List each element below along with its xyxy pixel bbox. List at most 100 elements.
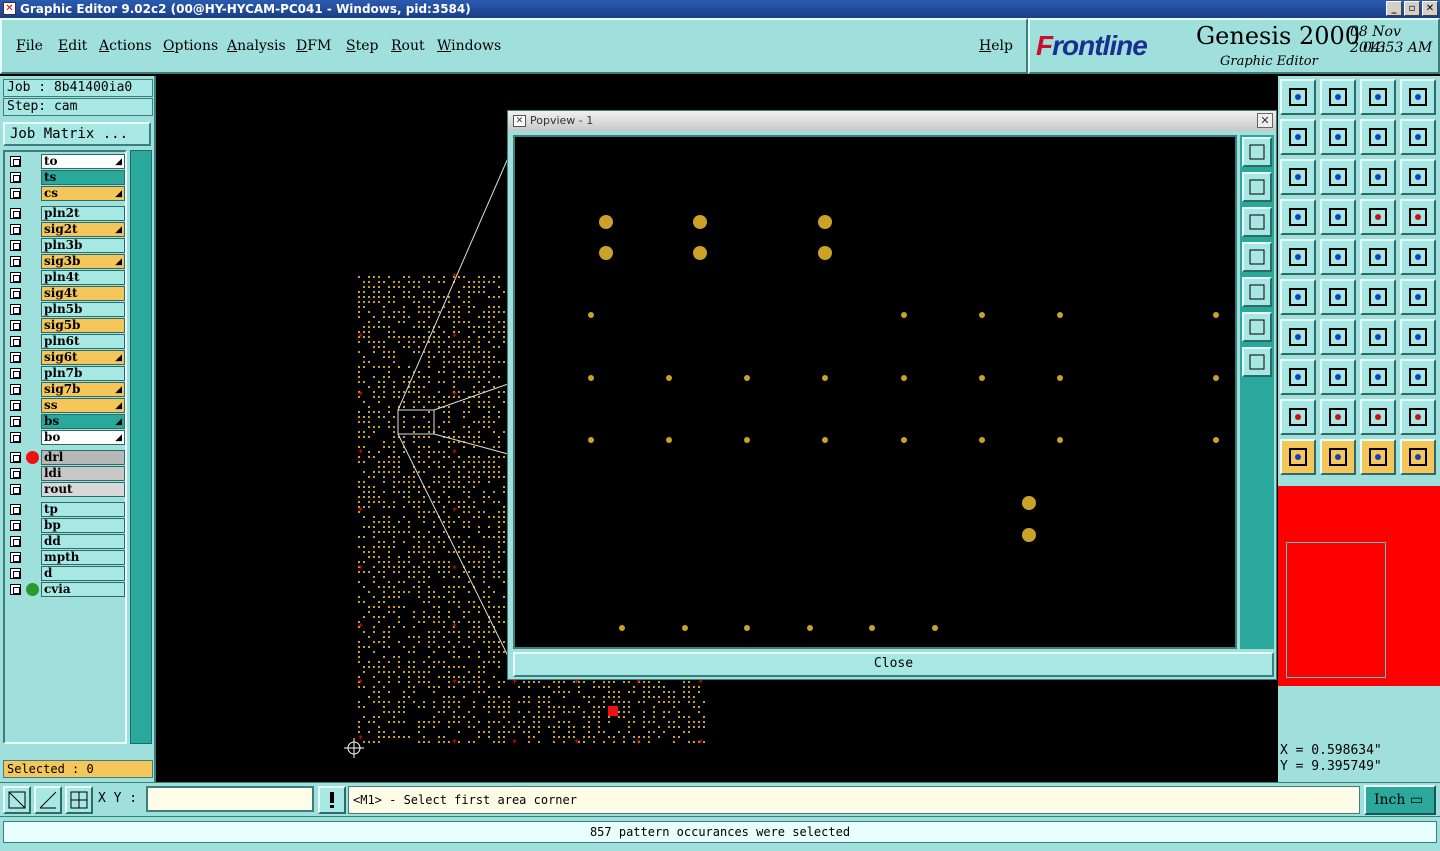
angle-button[interactable]	[1280, 319, 1316, 355]
layer-row-rout[interactable]: rout	[7, 482, 125, 497]
zoom-fit-button[interactable]	[1280, 159, 1316, 195]
ratio-button[interactable]	[1360, 159, 1396, 195]
layer-checkbox[interactable]	[10, 172, 21, 183]
menu-help[interactable]: Help	[979, 38, 1013, 54]
layer-name[interactable]: pln2t	[41, 206, 125, 221]
menu-options[interactable]: Options	[163, 38, 218, 54]
layer-row-sig5b[interactable]: sig5b	[7, 318, 125, 333]
ruler-button[interactable]	[1360, 239, 1396, 275]
layer-row-pln3b[interactable]: pln3b	[7, 238, 125, 253]
layer-checkbox[interactable]	[10, 504, 21, 515]
layers-red-alt-button[interactable]	[1400, 199, 1436, 235]
pointer-box-button[interactable]	[1320, 439, 1356, 475]
line-cut-button[interactable]	[1320, 359, 1356, 395]
layer-row-bp[interactable]: bp	[7, 518, 125, 533]
layer-name[interactable]: pln6t	[41, 334, 125, 349]
layer-checkbox[interactable]	[10, 400, 21, 411]
layer-checkbox[interactable]	[10, 520, 21, 531]
layers-red-button[interactable]	[1360, 199, 1396, 235]
layer-checkbox[interactable]	[10, 288, 21, 299]
xy-input[interactable]	[146, 786, 314, 812]
pointer-button[interactable]	[1280, 439, 1316, 475]
layer-name[interactable]: sig2t ◢	[41, 222, 125, 237]
alert-button[interactable]	[318, 786, 346, 814]
move-arrow-button[interactable]	[1360, 279, 1396, 315]
layer-checkbox[interactable]	[10, 320, 21, 331]
layer-checkbox[interactable]	[10, 432, 21, 443]
upload-button[interactable]	[1280, 79, 1316, 115]
triangle-c-button[interactable]	[1400, 399, 1436, 435]
layer-checkbox[interactable]	[10, 452, 21, 463]
layer-name[interactable]: d	[41, 566, 125, 581]
grid-button[interactable]	[65, 786, 93, 814]
layer-name[interactable]: sig5b	[41, 318, 125, 333]
layer-row-pln7b[interactable]: pln7b	[7, 366, 125, 381]
down-arrow-button[interactable]	[1242, 207, 1272, 237]
layer-row-to[interactable]: to ◢	[7, 154, 125, 169]
layer-checkbox[interactable]	[10, 468, 21, 479]
layer-checkbox[interactable]	[10, 352, 21, 363]
import-button[interactable]	[1280, 119, 1316, 155]
left-arrow-button[interactable]	[1242, 242, 1272, 272]
layer-name[interactable]: pln4t	[41, 270, 125, 285]
route-button[interactable]	[1400, 439, 1436, 475]
select-point-button[interactable]	[1280, 239, 1316, 275]
pointer-circle-button[interactable]	[1360, 439, 1396, 475]
menu-windows[interactable]: Windows	[437, 38, 501, 54]
layer-name[interactable]: ts	[41, 170, 125, 185]
layer-name[interactable]: cs ◢	[41, 186, 125, 201]
split-view-button[interactable]	[1400, 79, 1436, 115]
popview-close-icon[interactable]: ✕	[1257, 113, 1273, 128]
home-button[interactable]	[1360, 79, 1396, 115]
layer-checkbox[interactable]	[10, 568, 21, 579]
right-arrow-button[interactable]	[1242, 277, 1272, 307]
snap-button[interactable]	[1400, 119, 1436, 155]
layer-checkbox[interactable]	[10, 304, 21, 315]
measure-button[interactable]	[1360, 359, 1396, 395]
layer-checkbox[interactable]	[10, 240, 21, 251]
layer-row-bs[interactable]: bs ◢	[7, 414, 125, 429]
layer-checkbox[interactable]	[10, 208, 21, 219]
layer-row-bo[interactable]: bo ◢	[7, 430, 125, 445]
menu-rout[interactable]: Rout	[391, 38, 425, 54]
popview-canvas[interactable]	[513, 135, 1237, 649]
maximize-button[interactable]: ▫	[1404, 1, 1420, 16]
menu-dfm[interactable]: DFM	[296, 38, 331, 54]
layer-checkbox[interactable]	[10, 584, 21, 595]
triangle-b-button[interactable]	[1360, 399, 1396, 435]
layer-row-ss[interactable]: ss ◢	[7, 398, 125, 413]
layer-checkbox[interactable]	[10, 552, 21, 563]
units-selector[interactable]: Inch ▭	[1364, 785, 1436, 815]
layer-name[interactable]: pln5b	[41, 302, 125, 317]
shape-button[interactable]	[1400, 359, 1436, 395]
layer-checkbox[interactable]	[10, 224, 21, 235]
layer-row-d[interactable]: d	[7, 566, 125, 581]
layer-checkbox[interactable]	[10, 536, 21, 547]
layer-name[interactable]: sig6t ◢	[41, 350, 125, 365]
layer-name[interactable]: sig3b ◢	[41, 254, 125, 269]
layer-checkbox[interactable]	[10, 368, 21, 379]
mirror-button[interactable]	[1400, 319, 1436, 355]
layer-row-ldi[interactable]: ldi	[7, 466, 125, 481]
layer-checkbox[interactable]	[10, 156, 21, 167]
arc-button[interactable]	[1360, 319, 1396, 355]
layer-row-dd[interactable]: dd	[7, 534, 125, 549]
help-button[interactable]	[1400, 159, 1436, 195]
layer-row-sig7b[interactable]: sig7b ◢	[7, 382, 125, 397]
menu-analysis[interactable]: Analysis	[227, 38, 286, 54]
layer-name[interactable]: ss ◢	[41, 398, 125, 413]
layer-row-ts[interactable]: ts	[7, 170, 125, 185]
menu-edit[interactable]: Edit	[58, 38, 87, 54]
undo-button[interactable]	[1360, 119, 1396, 155]
layer-name[interactable]: pln3b	[41, 238, 125, 253]
menu-actions[interactable]: Actions	[99, 38, 152, 54]
layer-row-sig6t[interactable]: sig6t ◢	[7, 350, 125, 365]
layer-name[interactable]: mpth	[41, 550, 125, 565]
measure-button[interactable]	[34, 786, 62, 814]
fit-button[interactable]	[1242, 312, 1272, 342]
zoom-center-button[interactable]	[1320, 159, 1356, 195]
line-draw-button[interactable]	[1320, 239, 1356, 275]
up-arrow-button[interactable]	[1242, 172, 1272, 202]
grid-view-button[interactable]	[1320, 199, 1356, 235]
layer-row-tp[interactable]: tp	[7, 502, 125, 517]
